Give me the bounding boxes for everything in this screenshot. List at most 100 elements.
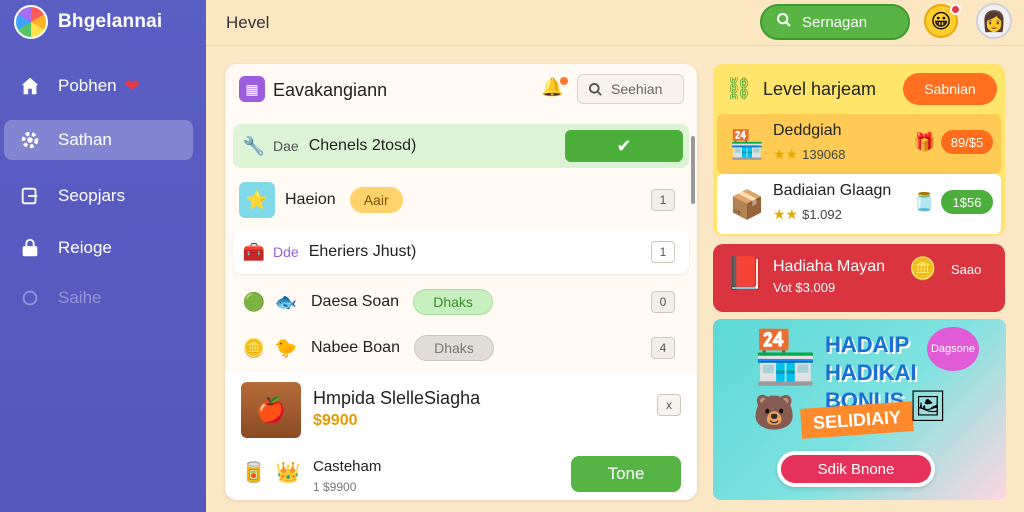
book-icon: 📕: [725, 255, 765, 291]
list-item[interactable]: 🧰 Dde Eheriers Jhust) 1: [233, 230, 689, 274]
sub-item-meta: 1 $9900: [313, 480, 357, 494]
box-icon: 📦: [729, 188, 765, 220]
sidebar-item-label: Reioge: [58, 238, 112, 257]
bonus-button[interactable]: Sdik Bnone: [777, 451, 935, 487]
row-name: Daesa Soan: [311, 293, 400, 310]
row-name: Eheriers Jhust): [308, 243, 417, 260]
level-item-name: Badiaian Glaagn: [773, 182, 892, 199]
checkmark-icon: ✔: [616, 135, 632, 156]
count-badge: 1: [651, 189, 675, 211]
sub-icons: 🥫 👑: [241, 460, 301, 485]
row-name: Chenels 2tosd): [308, 137, 417, 154]
row-name: Haeion: [285, 191, 336, 208]
lock-icon: [18, 236, 42, 260]
list-item[interactable]: 🟢 🐟 Daesa Soan Dhaks 0: [233, 280, 689, 324]
page-title: Hevel: [226, 13, 270, 32]
sidebar-item-label: Saihe: [58, 288, 102, 307]
sidebar-item-exit[interactable]: Seopjars: [4, 176, 193, 216]
level-action-button[interactable]: Sabnian: [903, 73, 997, 105]
sub-item-title: Casteham: [313, 458, 382, 475]
stars-icon: ★★: [773, 146, 799, 162]
promo-right-label: Saao: [951, 262, 982, 277]
panel-search-input[interactable]: Seehian: [577, 74, 684, 104]
list-item[interactable]: ⭐ Haeion Aair 1: [233, 178, 689, 222]
count-badge: 4: [651, 337, 675, 359]
speech-bubble: Dagsone: [927, 327, 979, 371]
sidebar-item-home[interactable]: Pobhen ❤: [4, 66, 193, 106]
panel-search-label: Seehian: [611, 81, 663, 97]
search-icon: [776, 12, 792, 32]
level-item-meta: ★★ $1.092: [773, 206, 842, 222]
row-tag: Dae: [273, 138, 299, 154]
shop-table-icon: 🖼: [909, 390, 948, 423]
level-item[interactable]: 🏪 Deddgiah ★★ 139068 🎁 89/$5: [717, 114, 1001, 174]
share-icon: ⛓: [725, 76, 753, 101]
panel-title: Eavakangiann: [273, 80, 388, 100]
exit-icon: [18, 184, 42, 208]
feature-price: $9900: [313, 412, 358, 429]
sidebar-item-label: Pobhen: [58, 76, 117, 95]
level-header: ⛓ Level harjeam: [725, 76, 876, 102]
gift-icon: 🎁: [913, 132, 936, 152]
red-promo-card[interactable]: 📕 Hadiaha Mayan Vot $3.009 🪙 Saao: [713, 244, 1005, 312]
heart-icon: ❤: [124, 75, 140, 96]
price-badge[interactable]: 1$56: [941, 190, 993, 214]
count-badge: 1: [651, 241, 675, 263]
bonus-banner: 🏪 HADAIP HADIKAI BONUS Dagsone 🐻 SELIDIA…: [713, 319, 1006, 500]
shop-stall-icon: 🏪: [753, 329, 818, 387]
app-logo: [14, 5, 48, 39]
check-button[interactable]: Dhaks: [413, 289, 494, 315]
grid-icon: ▦: [239, 76, 265, 102]
app-name: Bhgelannai: [58, 11, 163, 32]
home-icon: [18, 74, 42, 98]
main-panel: ▦ Eavakangiann 🔔 Seehian 🔧 Dae Chenels 2…: [225, 64, 697, 500]
close-button[interactable]: x: [657, 394, 681, 416]
refresh-icon: [18, 286, 42, 310]
level-item-meta: ★★ 139068: [773, 146, 846, 162]
confirm-button[interactable]: ✔: [565, 130, 683, 162]
brand[interactable]: Bhgelannai: [14, 5, 162, 39]
level-card: ⛓ Level harjeam Sabnian 🏪 Deddgiah ★★ 139…: [713, 64, 1005, 236]
stars-icon: ★★: [773, 206, 799, 222]
avatar[interactable]: 👩: [976, 3, 1012, 39]
coin-stack-icon: 🪙: [909, 256, 937, 281]
search-icon: [588, 82, 602, 96]
star-robot-icon: ⭐: [239, 182, 275, 218]
character-icon: 🐻: [753, 394, 796, 432]
sidebar: Bhgelannai Pobhen ❤ Sathan Seopjars Reio…: [0, 0, 206, 512]
sidebar-item-refresh[interactable]: Saihe: [4, 278, 193, 318]
sidebar-item-lock[interactable]: Reioge: [4, 228, 193, 268]
jar-icon: 🥫: [241, 462, 266, 484]
promo-title: Hadiaha Mayan: [773, 258, 886, 275]
fruit-crate-image: 🍎: [241, 382, 301, 438]
list-item[interactable]: 🪙 🐤 Nabee Boan Dhaks 4: [233, 326, 689, 370]
smiley-icon: 🟢: [242, 291, 266, 312]
bird-icon: 🐤: [274, 337, 298, 358]
bell-badge: [560, 77, 568, 85]
done-button[interactable]: Tone: [571, 456, 681, 492]
sidebar-item-label: Seopjars: [58, 186, 126, 205]
panel-header: ▦ Eavakangiann 🔔 Seehian: [225, 64, 697, 116]
price-badge[interactable]: 89/$5: [941, 130, 993, 154]
bonus-ribbon: SELIDIAIY: [800, 401, 914, 439]
sidebar-item-settings[interactable]: Sathan: [4, 120, 193, 160]
level-item[interactable]: 📦 Badiaian Glaagn ★★ $1.092 🫙 1$56: [717, 174, 1001, 234]
list-item[interactable]: 🔧 Dae Chenels 2tosd) ✔: [233, 124, 689, 168]
check-button[interactable]: Dhaks: [413, 335, 494, 361]
notification-dot: [950, 4, 961, 15]
shop-icon: 🏪: [729, 128, 765, 160]
coin-icon: 🪙: [242, 337, 266, 358]
featured-item[interactable]: 🍎 Hmpida SlelleSiagha $9900 x 🥫 👑 Casteh…: [225, 372, 697, 500]
crown-icon: 👑: [275, 462, 301, 484]
scrollbar[interactable]: [691, 136, 695, 204]
topbar: Hevel Sernagan 😀 👩: [206, 0, 1024, 46]
jar-icon: 🫙: [913, 192, 936, 212]
search-label: Sernagan: [802, 13, 868, 31]
row-tag: Dde: [273, 244, 299, 260]
sidebar-item-label: Sathan: [58, 130, 112, 149]
count-badge: 0: [651, 291, 675, 313]
chest-icon: 🧰: [242, 241, 266, 262]
level-item-name: Deddgiah: [773, 122, 842, 139]
wrench-icon: 🔧: [242, 135, 266, 156]
search-button[interactable]: Sernagan: [760, 4, 910, 40]
